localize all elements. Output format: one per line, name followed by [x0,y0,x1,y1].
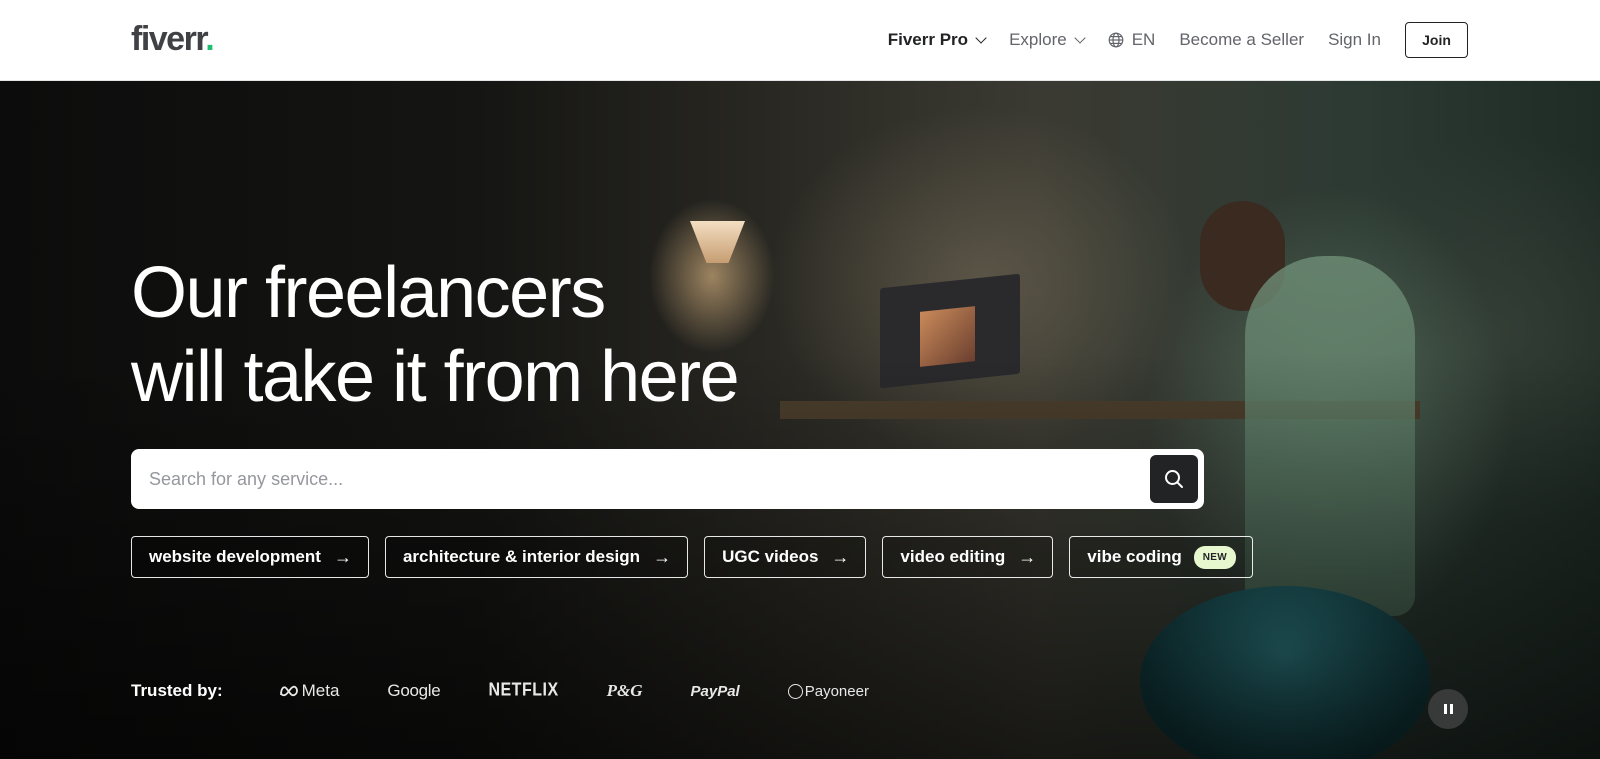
chevron-down-icon [975,31,987,44]
payoneer-ring-icon [787,683,803,699]
nav-language[interactable]: EN [1108,30,1156,50]
search-bar [131,449,1204,509]
hero-section: Our freelancers will take it from here w… [0,81,1600,759]
new-badge: NEW [1193,545,1236,569]
video-pause-button[interactable] [1428,689,1468,729]
logo-text: fiverr [131,20,207,58]
chip-label: vibe coding [1087,547,1182,566]
chip-website-development[interactable]: website development → [131,536,369,578]
headline-line-2: will take it from here [131,337,740,417]
nav-language-label: EN [1131,30,1156,49]
meta-logo: Meta [279,681,340,701]
nav-become-seller-label: Become a Seller [1179,30,1305,49]
headline-line-1: Our freelancers [131,253,606,333]
pg-logo: P&G [606,681,643,700]
arrow-right-icon: → [653,546,672,567]
nav-fiverr-pro[interactable]: Fiverr Pro [887,30,987,50]
nav-become-seller[interactable]: Become a Seller [1179,30,1304,50]
chip-label: architecture & interior design [402,547,641,566]
join-button[interactable]: Join [1405,22,1468,58]
arrow-right-icon: → [831,546,850,567]
chip-label: website development [149,547,321,566]
trusted-by: Trusted by: Meta Google NETFLIX P&G PayP… [131,681,917,701]
chevron-down-icon [1074,31,1086,44]
popular-services: website development → architecture & int… [131,536,1253,578]
payoneer-logo-text: Payoneer [804,682,869,700]
nav-sign-in-label: Sign In [1328,30,1381,49]
search-icon [1165,470,1183,488]
pause-icon [1442,704,1454,714]
nav-fiverr-pro-label: Fiverr Pro [887,30,969,49]
top-nav: Fiverr Pro Explore EN Become a Seller Si… [888,0,1600,80]
search-button[interactable] [1150,455,1198,503]
netflix-logo: NETFLIX [488,680,559,701]
google-logo: Google [387,681,441,700]
chip-label: UGC videos [722,547,819,566]
search-input[interactable] [149,449,1109,509]
hero-overlay [0,81,1600,759]
hero-headline: Our freelancers will take it from here [131,251,740,419]
paypal-logo: PayPal [690,682,740,700]
arrow-right-icon: → [1018,546,1037,567]
meta-infinity-icon [279,685,298,697]
arrow-right-icon: → [333,546,352,567]
site-header: fiverr. Fiverr Pro Explore EN Become a S… [0,0,1600,81]
chip-ugc-videos[interactable]: UGC videos → [704,536,867,578]
chip-video-editing[interactable]: video editing → [882,536,1054,578]
payoneer-logo: Payoneer [787,682,869,700]
trusted-by-label: Trusted by: [131,681,223,700]
fiverr-logo[interactable]: fiverr. [131,20,215,58]
chip-vibe-coding[interactable]: vibe coding NEW [1069,536,1253,578]
logo-dot: . [205,20,214,58]
meta-logo-text: Meta [301,681,340,700]
chip-label: video editing [900,547,1006,566]
nav-explore-label: Explore [1009,30,1067,49]
chip-architecture-interior-design[interactable]: architecture & interior design → [384,536,689,578]
nav-sign-in[interactable]: Sign In [1328,30,1381,50]
globe-icon [1108,32,1124,48]
nav-explore[interactable]: Explore [1009,30,1086,50]
